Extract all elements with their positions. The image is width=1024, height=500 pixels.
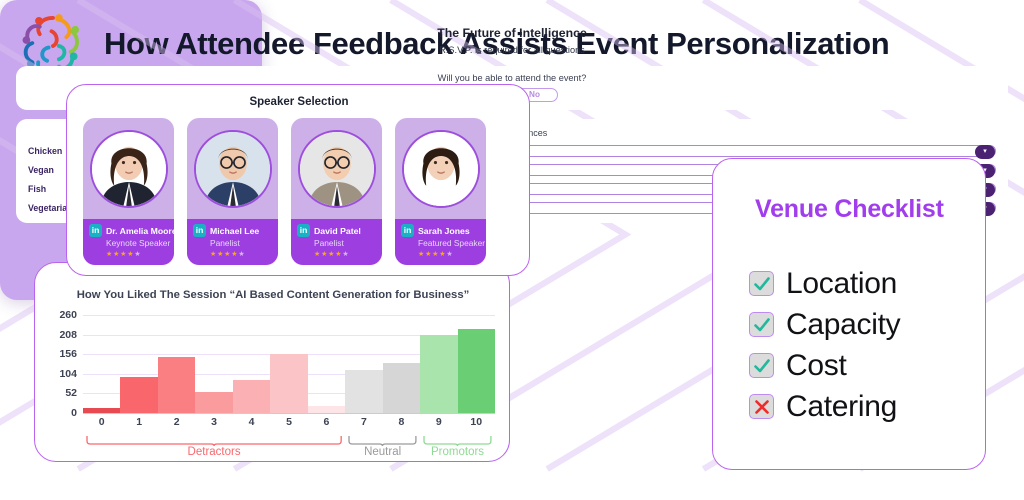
venue-checklist-item[interactable]: Catering bbox=[749, 386, 900, 427]
chart-x-tick: 5 bbox=[286, 416, 292, 428]
speaker-avatar bbox=[193, 129, 272, 208]
session-feedback-chart-card: How You Liked The Session “AI Based Cont… bbox=[34, 262, 510, 462]
speaker-list: in Dr. Amelia Moore Keynote Speaker ★★★★… bbox=[83, 118, 486, 265]
chart-y-tick: 156 bbox=[59, 348, 77, 361]
speaker-info: in Michael Lee Panelist ★★★★★ bbox=[187, 219, 278, 265]
speaker-name: Sarah Jones bbox=[418, 225, 470, 236]
speaker-selection-card: Speaker Selection in Dr. Amelia Moore Ke… bbox=[66, 84, 530, 276]
speaker-role: Keynote Speaker bbox=[106, 238, 171, 248]
linkedin-icon[interactable]: in bbox=[89, 224, 102, 237]
speaker-rating: ★★★★★ bbox=[210, 251, 246, 258]
linkedin-icon[interactable]: in bbox=[297, 224, 310, 237]
chart-bar bbox=[307, 406, 346, 413]
speaker-rating: ★★★★★ bbox=[418, 251, 454, 258]
speaker-role: Panelist bbox=[210, 238, 240, 248]
speaker-name: Dr. Amelia Moore bbox=[106, 225, 174, 236]
chart-y-tick: 260 bbox=[59, 309, 77, 321]
chart-bar bbox=[382, 363, 421, 413]
chart-bar bbox=[232, 379, 271, 413]
linkedin-icon[interactable]: in bbox=[193, 224, 206, 237]
speaker-card[interactable]: in Sarah Jones Featured Speaker ★★★★★ bbox=[395, 118, 486, 265]
chart-bar bbox=[270, 354, 308, 413]
chart-x-tick: 3 bbox=[211, 416, 217, 428]
venue-item-label: Capacity bbox=[786, 307, 901, 341]
chart-x-tick: 8 bbox=[398, 416, 405, 428]
chart-group-brace bbox=[423, 433, 492, 447]
chart-group-label: Detractors bbox=[187, 446, 241, 458]
check-icon[interactable] bbox=[749, 271, 774, 296]
check-icon[interactable] bbox=[749, 353, 774, 378]
speaker-name: David Patel bbox=[314, 225, 361, 236]
chart-x-tick: 10 bbox=[470, 416, 483, 428]
speaker-card[interactable]: in Michael Lee Panelist ★★★★★ bbox=[187, 118, 278, 265]
chart-bar bbox=[457, 329, 495, 413]
venue-item-label: Cost bbox=[786, 348, 847, 382]
venue-checklist-item[interactable]: Location bbox=[749, 263, 900, 304]
chart-bar bbox=[420, 334, 458, 413]
check-icon[interactable] bbox=[749, 312, 774, 337]
venue-item-label: Location bbox=[786, 266, 898, 300]
venue-checklist-item[interactable]: Capacity bbox=[749, 304, 901, 345]
chart-plot-area: 0 52 104 156 208 260 bbox=[59, 309, 495, 419]
chart-x-tick: 6 bbox=[323, 416, 330, 428]
chart-bar bbox=[120, 376, 158, 413]
speaker-role: Panelist bbox=[314, 238, 344, 248]
speaker-role: Featured Speaker bbox=[418, 238, 486, 248]
chart-x-tick: 2 bbox=[173, 416, 180, 428]
speaker-info: in Dr. Amelia Moore Keynote Speaker ★★★★… bbox=[83, 219, 174, 265]
speaker-card[interactable]: in David Patel Panelist ★★★★★ bbox=[291, 118, 382, 265]
chart-x-axis bbox=[83, 413, 495, 415]
chart-bar bbox=[345, 370, 383, 413]
venue-checklist-card: Venue Checklist Location Capacity Cost C… bbox=[712, 158, 986, 470]
chart-gridline bbox=[83, 315, 495, 316]
chart-group-label: Neutral bbox=[364, 446, 402, 458]
chart-group-brace bbox=[348, 433, 417, 447]
speaker-avatar bbox=[401, 129, 480, 208]
chart-x-tick: 1 bbox=[136, 416, 143, 428]
infographic-canvas: How Attendee Feedback Assists Event Pers… bbox=[0, 0, 1024, 500]
chart-group-brace bbox=[86, 433, 342, 447]
venue-checklist-item[interactable]: Cost bbox=[749, 345, 900, 386]
chart-group-label: Promotors bbox=[431, 446, 485, 458]
speaker-photo-wrap bbox=[395, 118, 486, 219]
chart-bar bbox=[157, 357, 196, 413]
chart-x-tick: 0 bbox=[98, 416, 105, 428]
chart-y-tick: 0 bbox=[71, 407, 77, 419]
cross-icon[interactable] bbox=[749, 394, 774, 419]
chart-x-tick: 7 bbox=[360, 416, 367, 428]
chart-y-tick: 208 bbox=[59, 328, 77, 341]
speaker-photo-wrap bbox=[187, 118, 278, 219]
speaker-info: in David Patel Panelist ★★★★★ bbox=[291, 219, 382, 265]
speaker-avatar bbox=[297, 129, 376, 208]
venue-item-label: Catering bbox=[786, 389, 897, 423]
speaker-name: Michael Lee bbox=[210, 225, 260, 236]
speaker-photo-wrap bbox=[291, 118, 382, 219]
speaker-card-title: Speaker Selection bbox=[249, 96, 349, 108]
chart-title: How You Liked The Session “AI Based Cont… bbox=[76, 289, 470, 301]
speaker-info: in Sarah Jones Featured Speaker ★★★★★ bbox=[395, 219, 486, 265]
speaker-photo-wrap bbox=[83, 118, 174, 219]
chart-y-tick: 104 bbox=[59, 367, 77, 380]
chart-bar bbox=[195, 391, 233, 413]
speaker-rating: ★★★★★ bbox=[106, 251, 142, 258]
rsvp-subtitle: R.S.V.P. is required for all questions bbox=[439, 45, 585, 55]
rsvp-title: The Future of Intelligence bbox=[437, 26, 587, 40]
chart-y-tick: 52 bbox=[65, 387, 77, 400]
attendance-question-label: Will you be able to attend the event? bbox=[437, 73, 587, 83]
chart-x-tick: 9 bbox=[435, 416, 442, 428]
speaker-card[interactable]: in Dr. Amelia Moore Keynote Speaker ★★★★… bbox=[83, 118, 174, 265]
speaker-avatar bbox=[89, 129, 168, 208]
speaker-rating: ★★★★★ bbox=[314, 251, 350, 258]
chart-x-tick: 4 bbox=[248, 416, 255, 428]
linkedin-icon[interactable]: in bbox=[401, 224, 414, 237]
venue-checklist-title: Venue Checklist bbox=[755, 195, 944, 223]
venue-checklist-items: Location Capacity Cost Catering bbox=[749, 263, 901, 427]
